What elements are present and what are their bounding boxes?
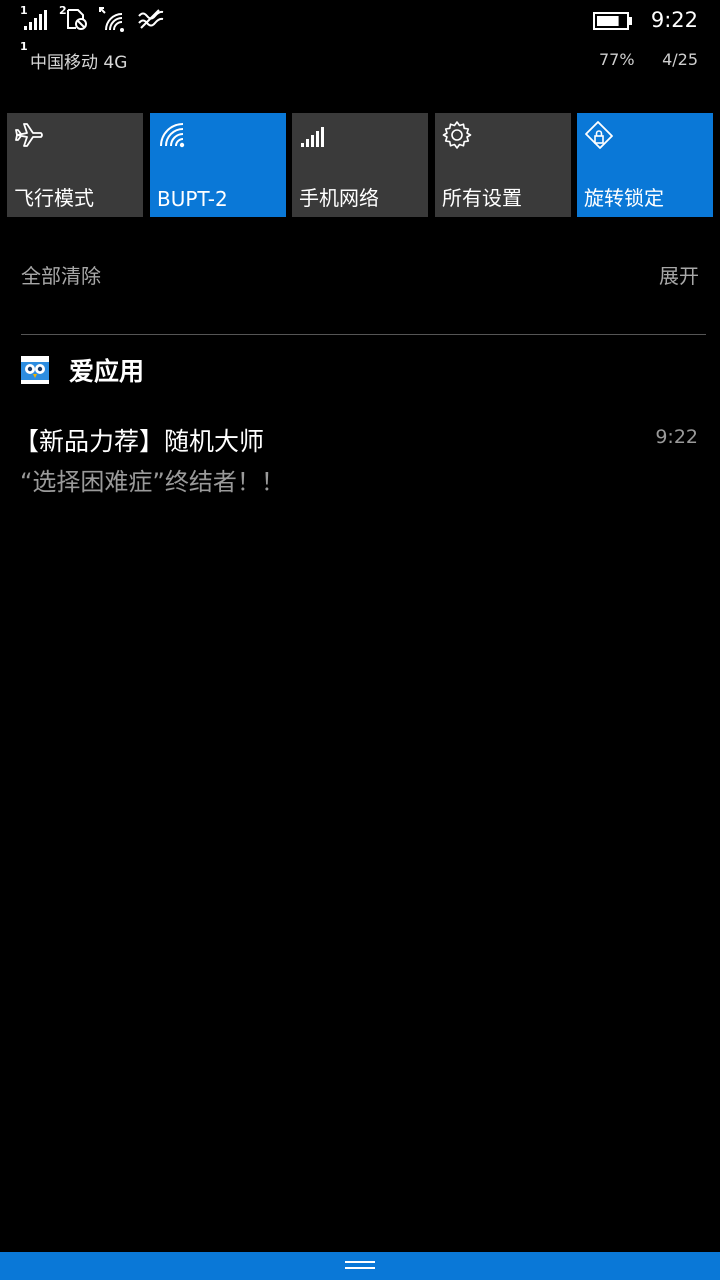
airplane-icon [14,120,44,150]
quick-action-cellular[interactable]: 手机网络 [292,113,428,217]
notification-body: “选择困难症”终结者！！ [20,468,285,496]
quick-action-label: BUPT-2 [157,187,228,211]
carrier-name: 中国移动 4G [30,53,128,73]
notification-app-header: 爱应用 [21,352,701,392]
rotation-lock-icon [584,120,614,150]
notification-time: 9:22 [655,426,698,448]
battery-percent: 77% [599,50,635,69]
divider [21,334,706,335]
cellular-icon [299,120,329,150]
action-center-bottom-bar[interactable] [0,1252,720,1280]
quick-action-label: 旋转锁定 [584,186,664,210]
notification-title: 【新品力荐】随机大师 [14,427,265,456]
expand-button[interactable]: 展开 [659,260,699,289]
drag-handle-icon[interactable] [345,1261,375,1271]
quick-actions: 飞行模式 BUPT-2 手机网络 所有设置 旋转锁定 [7,113,713,217]
sim2-no-service-icon [64,6,90,34]
quick-action-label: 所有设置 [442,186,522,210]
signal-bars-icon [22,6,50,34]
quick-action-all-settings[interactable]: 所有设置 [435,113,571,217]
action-center-controls: 全部清除 展开 [0,258,720,298]
quick-action-rotation-lock[interactable]: 旋转锁定 [577,113,713,217]
quick-action-wifi[interactable]: BUPT-2 [150,113,286,217]
notification-item[interactable]: 【新品力荐】随机大师 9:22 “选择困难症”终结者！！ [14,422,704,502]
carrier-sim-indicator: 1 [20,40,28,53]
status-bar: 1 2 9:22 1 中国移动 4G 77% 4/25 [0,0,720,90]
wifi-icon [98,6,128,34]
quick-action-airplane-mode[interactable]: 飞行模式 [7,113,143,217]
quick-action-label: 飞行模式 [14,186,94,210]
vibrate-icon [137,6,165,34]
status-time: 9:22 [650,8,698,32]
gear-icon [442,120,472,150]
wifi-icon [157,120,187,150]
app-owl-icon [21,356,49,384]
status-date: 4/25 [662,50,698,69]
battery-icon [593,11,633,35]
app-name: 爱应用 [69,357,145,386]
clear-all-button[interactable]: 全部清除 [21,260,101,289]
quick-action-label: 手机网络 [299,186,379,210]
